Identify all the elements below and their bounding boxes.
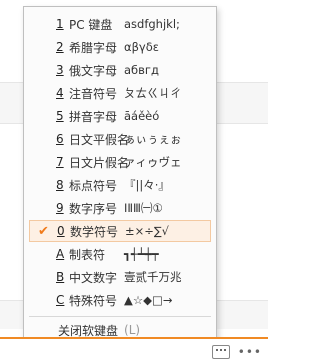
menu-item-label: 制表符	[69, 247, 106, 262]
menu-item-sample: asdfghjkl;	[124, 17, 180, 31]
menu-item-label: PC 键盘	[69, 17, 113, 32]
menu-item-sample: 壹贰千万兆	[124, 270, 182, 284]
menu-item-sample: ┓┽┷┿┯	[124, 247, 159, 261]
system-tray: •••	[211, 345, 262, 359]
menu-item-hiragana[interactable]: 6 日文平假名 ぁぃぅぇぉ	[29, 128, 211, 150]
menu-item-greek[interactable]: 2 希腊字母 αβγδε	[29, 36, 211, 58]
menu-item-sample: ァィゥヴェ	[124, 155, 182, 169]
menu-item-math-symbols[interactable]: ✔ 0 数学符号 ±×÷∑√	[29, 220, 211, 242]
menu-item-special-symbols[interactable]: C 特殊符号 ▲☆◆□→	[29, 289, 211, 311]
menu-item-sample: ㄆㄊㄍㄐㄔ	[124, 86, 182, 100]
menu-item-katakana[interactable]: 7 日文片假名 ァィゥヴェ	[29, 151, 211, 173]
menu-item-sample: ▲☆◆□→	[124, 293, 173, 307]
menu-item-label: 中文数字	[69, 270, 118, 285]
menu-item-chinese-numerals[interactable]: B 中文数字 壹贰千万兆	[29, 266, 211, 288]
menu-item-label: 希腊字母	[69, 40, 118, 55]
menu-item-sample: 『||々·』	[124, 178, 170, 192]
menu-item-key: 1	[56, 17, 64, 31]
menu-item-key: 9	[56, 201, 64, 215]
close-soft-keyboard-label: 关闭软键盘	[58, 323, 119, 338]
menu-item-label: 日文平假名	[69, 132, 130, 147]
menu-item-key: 8	[56, 178, 64, 192]
menu-item-box-drawing[interactable]: A 制表符 ┓┽┷┿┯	[29, 243, 211, 265]
menu-item-numeric-ordinal[interactable]: 9 数字序号 ⅠⅡⅢ㈠①	[29, 197, 211, 219]
menu-item-key: B	[56, 270, 65, 284]
menu-item-sample: αβγδε	[124, 40, 159, 54]
menu-item-zhuyin[interactable]: 4 注音符号 ㄆㄊㄍㄐㄔ	[29, 82, 211, 104]
menu-item-key: 0	[57, 224, 65, 238]
menu-item-key: 3	[56, 63, 64, 77]
menu-item-punctuation[interactable]: 8 标点符号 『||々·』	[29, 174, 211, 196]
keyboard-icon[interactable]	[211, 345, 230, 359]
menu-item-sample: āáěèó	[124, 109, 160, 123]
menu-item-key: 5	[56, 109, 64, 123]
menu-item-sample: ⅠⅡⅢ㈠①	[124, 201, 163, 215]
menu-item-key: 2	[56, 40, 64, 54]
menu-item-russian[interactable]: 3 俄文字母 абвгд	[29, 59, 211, 81]
menu-item-label: 数字序号	[69, 201, 118, 216]
menu-item-key: A	[56, 247, 65, 261]
menu-item-label: 日文片假名	[69, 155, 130, 170]
menu-item-key: 4	[56, 86, 64, 100]
close-shortcut-hint: (L)	[124, 323, 141, 337]
menu-item-label: 拼音字母	[69, 109, 118, 124]
menu-item-pc-keyboard[interactable]: 1 PC 键盘 asdfghjkl;	[29, 13, 211, 35]
menu-item-sample: абвгд	[124, 63, 159, 77]
menu-item-key: 6	[56, 132, 64, 146]
taskbar-strip: •••	[0, 337, 268, 363]
soft-keyboard-menu: 1 PC 键盘 asdfghjkl; 2 希腊字母 αβγδε 3 俄文字母 а…	[23, 6, 217, 345]
menu-item-key: 7	[56, 155, 64, 169]
menu-item-label: 标点符号	[69, 178, 118, 193]
menu-separator	[29, 316, 211, 317]
checkmark-icon: ✔	[38, 224, 49, 239]
more-icon[interactable]: •••	[238, 345, 262, 359]
menu-item-label: 注音符号	[69, 86, 118, 101]
menu-item-sample: ±×÷∑√	[125, 224, 169, 238]
menu-item-pinyin[interactable]: 5 拼音字母 āáěèó	[29, 105, 211, 127]
menu-item-key: C	[56, 293, 65, 307]
menu-item-label: 俄文字母	[69, 63, 118, 78]
menu-item-label: 特殊符号	[69, 293, 118, 308]
menu-item-sample: ぁぃぅぇぉ	[124, 132, 182, 146]
menu-item-label: 数学符号	[70, 224, 119, 239]
